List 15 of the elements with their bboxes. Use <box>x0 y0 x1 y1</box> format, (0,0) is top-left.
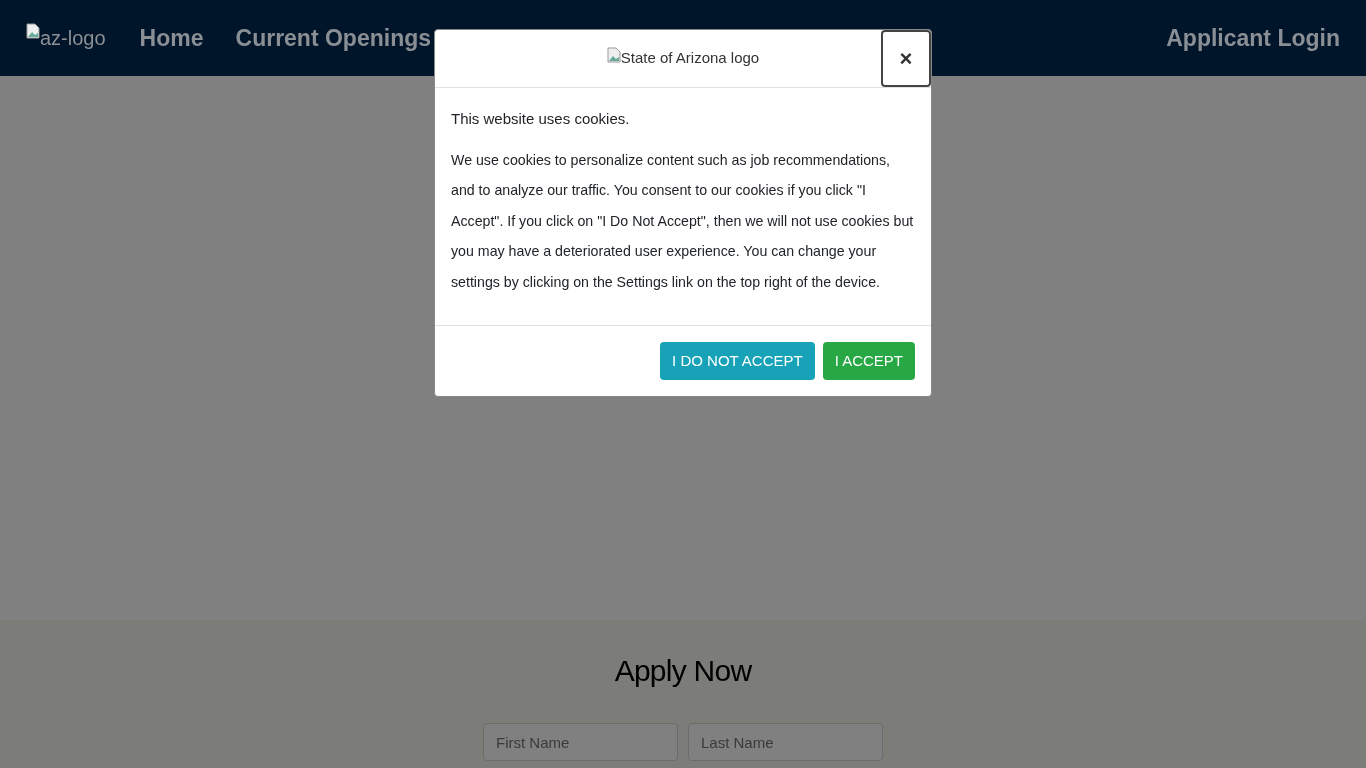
broken-image-icon <box>606 47 621 64</box>
name-field[interactable]: First Name <box>483 723 678 761</box>
cookie-heading: This website uses cookies. <box>451 109 631 129</box>
name-field[interactable]: Last Name <box>688 723 883 761</box>
login-link[interactable]: Applicant Login <box>1166 20 1340 56</box>
nav-link[interactable]: Current Openings <box>235 20 432 56</box>
cookie-message: We use cookies to personalize content such as job recommendations, and to analyze our traffic. You consent to our cookies if you click "I Accept". If you click on "I Do Not Accept", then we will not use cookies but you may have a deteriorated user experience. You can change your settings by clicking on the Settings link on the top right of the device. <box>451 150 915 292</box>
close-button[interactable]: × <box>881 30 931 87</box>
broken-image-icon <box>26 23 40 39</box>
logo-alt-text: State of Arizona logo <box>606 47 760 70</box>
logo-alt-text: az-logo <box>26 23 106 53</box>
apply-title: Apply Now <box>614 653 752 689</box>
accept-button[interactable]: I ACCEPT <box>822 342 915 380</box>
decline-button[interactable]: I DO NOT ACCEPT <box>660 342 815 380</box>
nav-link[interactable]: Home <box>139 20 204 56</box>
